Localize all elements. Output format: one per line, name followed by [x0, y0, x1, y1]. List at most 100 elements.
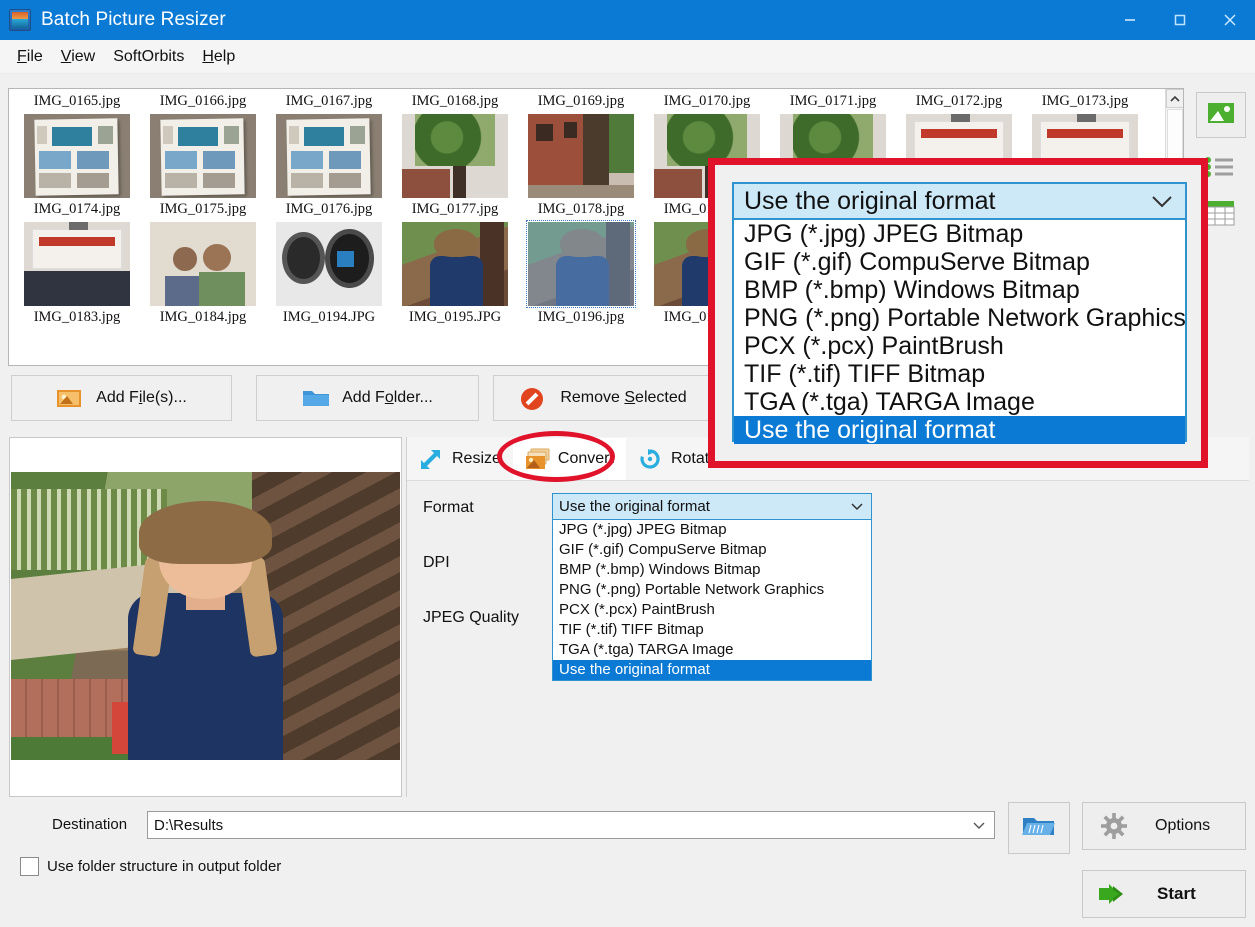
format-combobox[interactable]: Use the original format JPG (*.jpg) JPEG… [552, 493, 872, 681]
callout-option-list[interactable]: JPG (*.jpg) JPEG Bitmap GIF (*.gif) Compu… [732, 220, 1187, 444]
maximize-icon[interactable] [1155, 0, 1205, 40]
thumbnail-image[interactable] [276, 114, 382, 198]
add-folder-label: Add Folder... [342, 389, 433, 406]
picture-add-icon [56, 387, 82, 409]
format-option[interactable]: BMP (*.bmp) Windows Bitmap [553, 560, 871, 580]
destination-value: D:\Results [154, 816, 224, 834]
use-folder-structure-checkbox[interactable] [20, 857, 39, 876]
thumbnail-item[interactable]: IMG_0166.jpg [140, 92, 266, 200]
use-folder-structure-label: Use folder structure in output folder [47, 858, 282, 875]
thumbnail-image[interactable] [150, 114, 256, 198]
add-files-button[interactable]: Add File(s)... [11, 375, 232, 421]
format-option[interactable]: PCX (*.pcx) PaintBrush [553, 600, 871, 620]
chevron-up-icon[interactable] [1166, 89, 1183, 108]
callout-format-option[interactable]: Use the original format [734, 416, 1185, 444]
thumbnail-view-button[interactable] [1196, 92, 1246, 138]
callout-format-option[interactable]: TIF (*.tif) TIFF Bitmap [734, 360, 1185, 388]
browse-folder-button[interactable] [1008, 802, 1070, 854]
thumbnail-filename: IMG_0170.jpg [663, 93, 751, 109]
folder-icon [302, 387, 330, 409]
tab-convert[interactable]: Convert [512, 437, 626, 480]
thumbnail-image[interactable] [402, 114, 508, 198]
image-preview-panel [9, 437, 402, 797]
menu-item-file[interactable]: File [8, 45, 52, 69]
tab-convert-label: Convert [557, 449, 614, 467]
use-folder-structure-row[interactable]: Use folder structure in output folder [20, 857, 281, 876]
menu-item-softorbits[interactable]: SoftOrbits [104, 45, 193, 69]
menu-item-help[interactable]: Help [193, 45, 244, 69]
start-button[interactable]: Start [1082, 870, 1246, 918]
thumbnail-image[interactable] [276, 222, 382, 306]
format-combobox-head[interactable]: Use the original format [552, 493, 872, 520]
format-option[interactable]: PNG (*.png) Portable Network Graphics [553, 580, 871, 600]
options-label: Options [1155, 817, 1211, 834]
dropdown-callout: Use the original format JPG (*.jpg) JPEG… [708, 158, 1208, 468]
thumbnail-image[interactable] [24, 222, 130, 306]
thumbnail-item[interactable]: IMG_0167.jpg [266, 92, 392, 200]
callout-format-option[interactable]: TGA (*.tga) TARGA Image [734, 388, 1185, 416]
settings-panel: Resize Convert Rotate Format DPI JPEG Qu… [406, 437, 1249, 797]
chevron-down-icon[interactable] [972, 817, 986, 834]
remove-selected-button[interactable]: Remove Selected [493, 375, 714, 421]
destination-input[interactable]: D:\Results [147, 811, 995, 839]
format-option[interactable]: Use the original format [553, 660, 871, 680]
add-folder-button[interactable]: Add Folder... [256, 375, 479, 421]
green-arrow-icon [1099, 882, 1129, 906]
menu-item-softorbits-label: SoftOrbits [113, 47, 185, 65]
thumbnail-image[interactable] [528, 114, 634, 198]
thumbnail-filename: IMG_0165.jpg [33, 93, 121, 109]
minimize-icon[interactable] [1105, 0, 1155, 40]
thumbnail-item[interactable]: IMG_0184.jpg [140, 308, 266, 330]
thumbnail-image[interactable] [24, 114, 130, 198]
thumbnail-item[interactable]: IMG_0169.jpg [518, 92, 644, 200]
thumbnail-filename: IMG_0196.jpg [537, 309, 625, 325]
thumbnail-filename: IMG_0177.jpg [411, 201, 499, 217]
thumbnail-filename: IMG_0183.jpg [33, 309, 121, 325]
close-icon[interactable] [1205, 0, 1255, 40]
thumbnail-item[interactable]: IMG_0165.jpg [14, 92, 140, 200]
app-picture-icon [9, 9, 31, 31]
thumbnail-image[interactable] [150, 222, 256, 306]
thumbnail-item[interactable]: IMG_0175.jpg [140, 200, 266, 308]
thumbnail-filename: IMG_0195.JPG [408, 309, 502, 325]
thumbnail-filename: IMG_0168.jpg [411, 93, 499, 109]
thumbnail-filename: IMG_0166.jpg [159, 93, 247, 109]
window-controls [1105, 0, 1255, 40]
thumbnail-item[interactable]: IMG_0168.jpg [392, 92, 518, 200]
thumbnail-item[interactable]: IMG_0196.jpg [518, 308, 644, 330]
convert-images-icon [525, 448, 550, 470]
tab-resize[interactable]: Resize [407, 438, 513, 480]
format-option[interactable]: TIF (*.tif) TIFF Bitmap [553, 620, 871, 640]
format-option-list[interactable]: JPG (*.jpg) JPEG Bitmap GIF (*.gif) Compu… [552, 520, 872, 681]
options-button[interactable]: Options [1082, 802, 1246, 850]
image-icon [1207, 102, 1235, 129]
thumbnail-item[interactable]: IMG_0177.jpg [392, 200, 518, 308]
open-folder-icon [1022, 813, 1056, 844]
start-label: Start [1157, 884, 1196, 903]
menu-bar: File View SoftOrbits Help [0, 40, 1255, 74]
callout-format-option[interactable]: GIF (*.gif) CompuServe Bitmap [734, 248, 1185, 276]
thumbnail-item[interactable]: IMG_0195.JPG [392, 308, 518, 330]
thumbnail-item[interactable]: IMG_0183.jpg [14, 308, 140, 330]
gear-icon [1101, 813, 1127, 839]
callout-format-option[interactable]: PNG (*.png) Portable Network Graphics [734, 304, 1186, 332]
add-files-label: Add File(s)... [96, 389, 187, 406]
thumbnail-filename: IMG_0176.jpg [285, 201, 373, 217]
format-option[interactable]: TGA (*.tga) TARGA Image [553, 640, 871, 660]
thumbnail-item[interactable]: IMG_0178.jpg [518, 200, 644, 308]
thumbnail-item[interactable]: IMG_0176.jpg [266, 200, 392, 308]
menu-item-view[interactable]: View [52, 45, 104, 69]
format-option[interactable]: JPG (*.jpg) JPEG Bitmap [553, 520, 871, 540]
callout-format-option[interactable]: BMP (*.bmp) Windows Bitmap [734, 276, 1185, 304]
thumbnail-image[interactable] [402, 222, 508, 306]
thumbnail-item[interactable]: IMG_0194.JPG [266, 308, 392, 330]
rotate-icon [638, 448, 662, 470]
callout-combobox-head[interactable]: Use the original format [732, 182, 1187, 220]
format-option[interactable]: GIF (*.gif) CompuServe Bitmap [553, 540, 871, 560]
thumbnail-image[interactable] [526, 220, 636, 308]
thumbnail-item[interactable]: IMG_0174.jpg [14, 200, 140, 308]
thumbnail-filename: IMG_0167.jpg [285, 93, 373, 109]
window-title: Batch Picture Resizer [41, 9, 226, 30]
callout-format-option[interactable]: JPG (*.jpg) JPEG Bitmap [734, 220, 1185, 248]
callout-format-option[interactable]: PCX (*.pcx) PaintBrush [734, 332, 1185, 360]
